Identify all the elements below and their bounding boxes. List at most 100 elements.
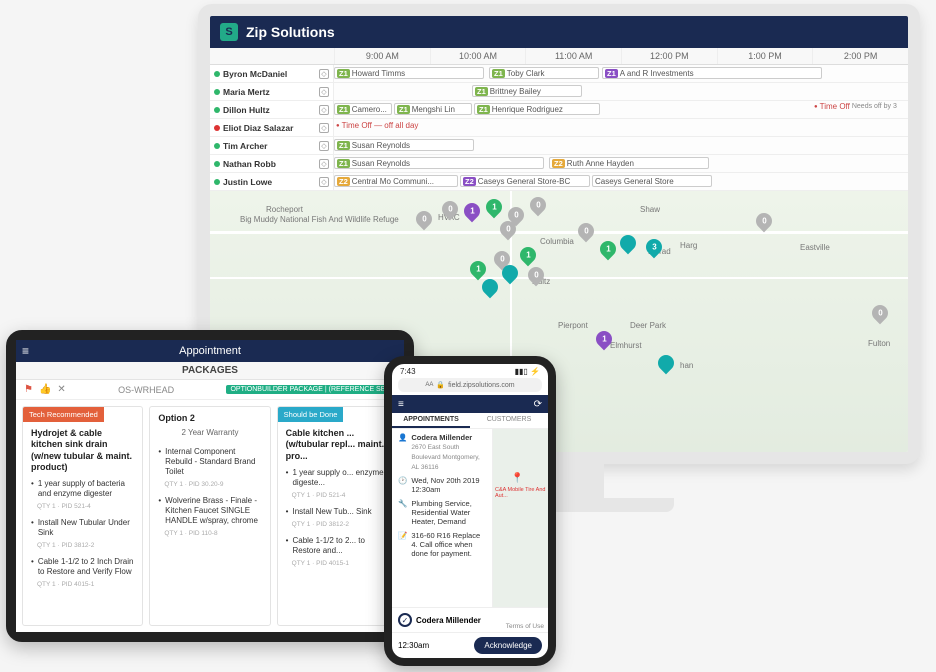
appointment-bar[interactable]: Z2Ruth Anne Hayden — [549, 157, 709, 169]
map-pin-icon[interactable]: 1 — [597, 238, 620, 261]
hour-label: 2:00 PM — [812, 48, 908, 64]
phone-app-header: ≡ ⟳ — [392, 395, 548, 413]
app-logo-icon: S — [220, 23, 238, 41]
menu-icon[interactable]: ≡ — [22, 344, 29, 358]
timeline-header: 9:00 AM 10:00 AM 11:00 AM 12:00 PM 1:00 … — [210, 48, 908, 65]
terms-link[interactable]: Terms of Use — [506, 623, 544, 630]
timeline-row[interactable]: Byron McDaniel◇Z1Howard TimmsZ1Toby Clar… — [210, 65, 908, 83]
appointment-bar[interactable]: Z2Central Mo Communi... — [334, 175, 458, 187]
wrench-icon: 🔧 — [398, 499, 407, 526]
timeline-row[interactable]: Dillon Hultz ◇ Z1Camero...Z1Mengshi LinZ1H… — [210, 101, 908, 119]
package-card[interactable]: Tech RecommendedHydrojet & cable kitchen… — [22, 406, 143, 626]
status-dot-icon — [214, 71, 220, 77]
appointment-bar[interactable]: Z1Brittney Bailey — [472, 85, 582, 97]
tablet-title: Appointment — [179, 345, 241, 357]
note-text: 316-60 R16 Replace 4. Call office when d… — [411, 531, 486, 558]
appointment-bar[interactable]: Caseys General Store — [592, 175, 712, 187]
check-icon[interactable]: ✓ — [398, 613, 412, 627]
user-icon[interactable]: ◇ — [319, 69, 329, 79]
map-pin-label: C&A Mobile Tire And Aut... — [495, 487, 548, 499]
appointment-bar[interactable]: Z1Henrique Rodriguez — [474, 103, 600, 115]
line-item: Wolverine Brass - Finale - Kitchen Fauce… — [150, 492, 269, 530]
line-item: 1 year supply of bacteria and enzyme dig… — [23, 475, 142, 503]
status-chip: OPTIONBUILDER PACKAGE | (REFERENCE SET) — [226, 385, 396, 394]
line-item: Install New Tub... Sink — [278, 503, 397, 521]
map-pin-icon: 📍 — [511, 473, 523, 484]
timeline-row[interactable]: Tim Archer ◇ Z1Susan Reynolds — [210, 137, 908, 155]
line-item: Install New Tubular Under Sink — [23, 514, 142, 542]
tech-name: Maria Mertz — [223, 87, 270, 97]
map-label: han — [680, 361, 693, 370]
line-item-meta: QTY 1 · PID 3812-2 — [23, 542, 142, 553]
map-pin-icon[interactable] — [479, 276, 502, 299]
phone-map[interactable]: 📍 C&A Mobile Tire And Aut... — [492, 429, 548, 607]
appointment-bar[interactable]: Z1Toby Clark — [489, 67, 599, 79]
map-pin-icon[interactable]: 1 — [517, 244, 540, 267]
line-item-meta: QTY 1 · PID 521-4 — [23, 503, 142, 514]
footer-name: Codera Millender — [416, 616, 481, 625]
map-pin-icon[interactable] — [617, 232, 640, 255]
line-item-meta: QTY 1 · PID 4015-1 — [278, 560, 397, 571]
user-icon[interactable]: ◇ — [319, 141, 329, 151]
map-pin-icon[interactable]: 0 — [753, 210, 776, 233]
acknowledge-button[interactable]: Acknowledge — [474, 637, 542, 654]
timeline-row[interactable]: Eliot Diaz Salazar◇Time Off — off all da… — [210, 119, 908, 137]
tech-name: Dillon Hultz — [223, 105, 270, 115]
status-dot-icon — [214, 143, 220, 149]
timeline-row[interactable]: Nathan Robb◇Z1Susan ReynoldsZ2Ruth Anne … — [210, 155, 908, 173]
hour-label: 1:00 PM — [717, 48, 813, 64]
map-label: Deer Park — [630, 321, 666, 330]
map-pin-icon[interactable]: 0 — [527, 194, 550, 217]
line-item-meta: QTY 1 · PID 521-4 — [278, 492, 397, 503]
customer-name: Codera Millender — [411, 433, 472, 442]
map-pin-icon[interactable]: 1 — [483, 196, 506, 219]
package-card[interactable]: Option 22 Year WarrantyInternal Componen… — [149, 406, 270, 626]
timeline-row[interactable]: Maria Mertz ◇ Z1Brittney Bailey — [210, 83, 908, 101]
map-pin-icon[interactable] — [655, 352, 678, 375]
footer-time: 12:30am — [398, 641, 429, 650]
signal-icon: ▮▮▯ ⚡ — [515, 367, 540, 376]
user-icon[interactable]: ◇ — [319, 87, 329, 97]
packages-heading: PACKAGES — [16, 362, 404, 380]
map-pin-icon[interactable]: 0 — [413, 208, 436, 231]
user-icon[interactable]: ◇ — [319, 123, 329, 133]
appointment-bar[interactable]: Z1Mengshi Lin — [394, 103, 472, 115]
appointment-bar[interactable]: Z1Howard Timms — [334, 67, 484, 79]
appointment-bar[interactable]: Z1Susan Reynolds — [334, 157, 544, 169]
line-item-meta: QTY 1 · PID 110-8 — [150, 530, 269, 541]
package-card[interactable]: Should be DoneCable kitchen ... (w/tubul… — [277, 406, 398, 626]
map-label: Fulton — [868, 339, 890, 348]
map-label: Harg — [680, 241, 697, 250]
map-pin-icon[interactable]: 0 — [869, 302, 892, 325]
phone-tabs: APPOINTMENTS CUSTOMERS — [392, 413, 548, 429]
appointment-bar[interactable]: Z1Susan Reynolds — [334, 139, 474, 151]
user-icon[interactable]: ◇ — [319, 159, 329, 169]
map-pin-icon[interactable]: 0 — [575, 220, 598, 243]
tablet-device: ≡ Appointment PACKAGES ⚑ 👍 ✕ OS-WRHEAD O… — [6, 330, 414, 642]
hour-label: 11:00 AM — [525, 48, 621, 64]
timeline-row[interactable]: Justin Lowe◇Z2Central Mo Communi...Z2Cas… — [210, 173, 908, 191]
line-item-meta: QTY 1 · PID 4015-1 — [23, 581, 142, 592]
tech-name: Tim Archer — [223, 141, 267, 151]
flag-icon[interactable]: ⚑ — [24, 384, 33, 395]
map-pin-icon[interactable]: 1 — [461, 200, 484, 223]
address-bar[interactable]: AA 🔒 field.zipsolutions.com — [398, 378, 542, 392]
app-header: S Zip Solutions — [210, 16, 908, 48]
appointment-bar[interactable]: Z1Camero... — [334, 103, 392, 115]
line-item: Cable 1-1/2 to 2... to Restore and... — [278, 532, 397, 560]
refresh-icon[interactable]: ⟳ — [534, 399, 542, 410]
map-label: Eastville — [800, 243, 830, 252]
line-item-meta: QTY 1 · PID 3812-2 — [278, 521, 397, 532]
user-icon[interactable]: ◇ — [319, 105, 329, 115]
close-icon[interactable]: ✕ — [57, 384, 65, 395]
appointment-bar[interactable]: Z1A and R Investments — [602, 67, 822, 79]
user-icon[interactable]: ◇ — [319, 177, 329, 187]
thumbs-up-icon[interactable]: 👍 — [39, 384, 51, 395]
menu-icon[interactable]: ≡ — [398, 399, 404, 410]
phone-device: 7:43 ▮▮▯ ⚡ AA 🔒 field.zipsolutions.com ≡… — [384, 356, 556, 666]
tab-appointments[interactable]: APPOINTMENTS — [392, 413, 470, 428]
appointment-bar[interactable]: Z2Caseys General Store-BC — [460, 175, 590, 187]
ribbon-badge: Tech Recommended — [23, 407, 104, 422]
status-bar: 7:43 ▮▮▯ ⚡ — [392, 364, 548, 378]
tab-customers[interactable]: CUSTOMERS — [470, 413, 548, 428]
